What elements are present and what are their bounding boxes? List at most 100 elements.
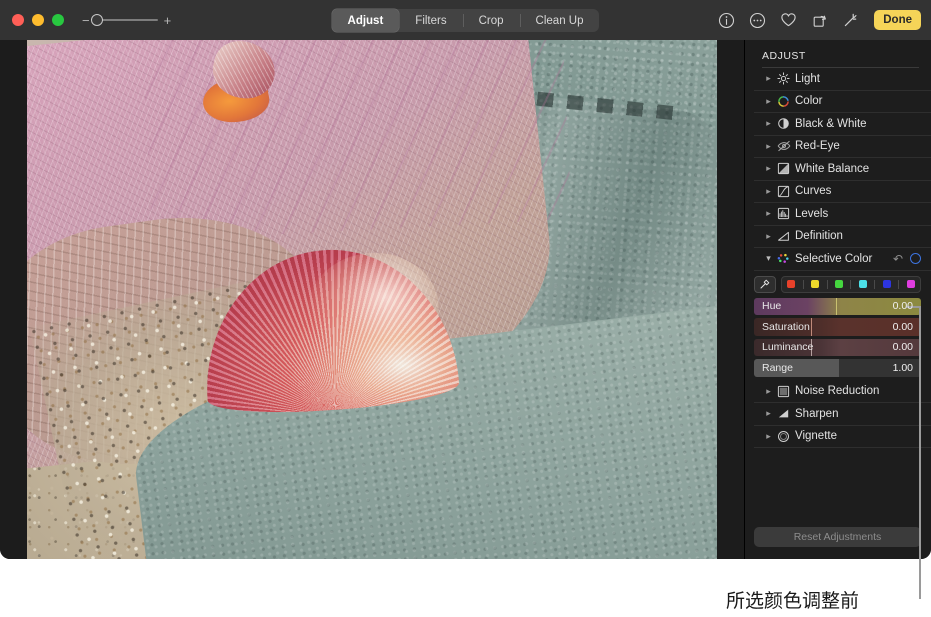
sidebar-item-white-balance[interactable]: ▸ White Balance xyxy=(754,158,931,181)
toolbar-actions: Done xyxy=(717,0,921,40)
zoom-out-icon[interactable]: − xyxy=(82,14,90,27)
more-options-icon[interactable] xyxy=(748,11,766,29)
slider-handle[interactable] xyxy=(835,297,838,315)
sidebar-item-label: Definition xyxy=(795,230,843,243)
chevron-right-icon[interactable]: ▸ xyxy=(762,231,775,242)
sidebar-item-light[interactable]: ▸ Light xyxy=(754,68,931,91)
tab-clean-up[interactable]: Clean Up xyxy=(519,9,600,32)
slider-luminance[interactable]: Luminance 0.00 xyxy=(754,338,921,356)
sidebar-item-definition[interactable]: ▸ Definition xyxy=(754,226,931,248)
selective-color-actions: ↶ xyxy=(893,253,921,265)
tab-filters[interactable]: Filters xyxy=(399,9,462,32)
sidebar-item-noise-reduction[interactable]: ▸ Noise Reduction xyxy=(754,381,931,403)
definition-icon xyxy=(775,230,792,243)
undo-arrow-icon[interactable]: ↶ xyxy=(893,253,903,265)
sidebar-item-vignette[interactable]: ▸ Vignette xyxy=(754,426,931,448)
slider-label: Hue xyxy=(762,300,782,313)
rotate-icon[interactable] xyxy=(810,11,828,29)
sidebar-item-label: Levels xyxy=(795,207,829,220)
curves-icon xyxy=(775,185,792,198)
photo-canvas[interactable] xyxy=(0,40,744,559)
zoom-slider-track[interactable] xyxy=(90,14,158,26)
sidebar-item-curves[interactable]: ▸ Curves xyxy=(754,181,931,203)
chevron-down-icon[interactable]: ▾ xyxy=(762,253,775,264)
tab-adjust[interactable]: Adjust xyxy=(331,9,400,32)
chevron-right-icon[interactable]: ▸ xyxy=(762,141,775,152)
sidebar-item-label: Light xyxy=(795,72,820,85)
chevron-right-icon[interactable]: ▸ xyxy=(762,186,775,197)
swatch-blue[interactable] xyxy=(882,280,891,288)
slider-range[interactable]: Range 1.00 xyxy=(754,359,921,377)
sidebar-item-label: Black & White xyxy=(795,117,867,130)
slider-label: Luminance xyxy=(762,341,814,354)
sidebar-item-label: Selective Color xyxy=(795,252,873,265)
slider-value[interactable]: 0.00 xyxy=(893,341,913,353)
sidebar-item-label: Vignette xyxy=(795,430,837,443)
edit-mode-tabs: Adjust Filters Crop Clean Up xyxy=(331,9,600,32)
chevron-right-icon[interactable]: ▸ xyxy=(762,431,775,442)
callout-leader-line xyxy=(919,306,921,599)
minimize-window-button[interactable] xyxy=(32,14,44,26)
done-button[interactable]: Done xyxy=(874,10,921,30)
eyedropper-icon[interactable] xyxy=(754,275,776,293)
enable-toggle-circle[interactable] xyxy=(910,253,921,265)
zoom-slider-knob[interactable] xyxy=(90,14,103,26)
swatch-divider xyxy=(826,279,828,289)
swatch-magenta[interactable] xyxy=(906,280,915,288)
chevron-right-icon[interactable]: ▸ xyxy=(762,386,775,397)
maximize-window-button[interactable] xyxy=(52,14,64,26)
sidebar-item-color[interactable]: ▸ Color xyxy=(754,91,931,113)
chevron-right-icon[interactable]: ▸ xyxy=(762,208,775,219)
white-balance-icon xyxy=(775,162,792,175)
sidebar-item-label: Red-Eye xyxy=(795,140,840,153)
selective-color-controls: Hue 0.00 Saturation 0.00 Luminance 0.00 xyxy=(745,271,931,381)
photo-coral-streaks xyxy=(142,40,572,241)
photo-image xyxy=(27,40,717,559)
sidebar-item-red-eye[interactable]: ▸ Red-Eye xyxy=(754,136,931,158)
sidebar-item-label: Color xyxy=(795,95,823,108)
zoom-slider-control[interactable]: − + xyxy=(82,14,171,27)
swatch-cyan[interactable] xyxy=(858,280,867,288)
chevron-right-icon[interactable]: ▸ xyxy=(762,408,775,419)
vignette-icon xyxy=(775,430,792,443)
levels-icon xyxy=(775,207,792,220)
sharpen-icon xyxy=(775,407,792,420)
selective-color-sliders: Hue 0.00 Saturation 0.00 Luminance 0.00 xyxy=(754,297,921,377)
swatch-yellow[interactable] xyxy=(811,280,820,288)
chevron-right-icon[interactable]: ▸ xyxy=(762,118,775,129)
tab-crop[interactable]: Crop xyxy=(462,9,520,32)
color-wheel-icon xyxy=(775,95,792,108)
sidebar-item-sharpen[interactable]: ▸ Sharpen xyxy=(754,403,931,426)
swatch-divider xyxy=(874,279,876,289)
favorite-heart-icon[interactable] xyxy=(779,11,797,29)
slider-label: Range xyxy=(762,361,793,374)
slider-handle[interactable] xyxy=(810,318,813,336)
sidebar-item-levels[interactable]: ▸ Levels xyxy=(754,203,931,226)
sidebar-title: ADJUST xyxy=(762,50,806,62)
slider-value[interactable]: 0.00 xyxy=(893,321,913,333)
swatch-red[interactable] xyxy=(787,280,796,288)
swatch-green[interactable] xyxy=(835,280,844,288)
magic-wand-auto-enhance-icon[interactable] xyxy=(841,11,859,29)
sidebar-item-black-and-white[interactable]: ▸ Black & White xyxy=(754,113,931,136)
adjust-sidebar: ADJUST ▸ Light ▸ Color ▸ Black & White ▸… xyxy=(744,40,931,559)
close-window-button[interactable] xyxy=(12,14,24,26)
slider-saturation[interactable]: Saturation 0.00 xyxy=(754,318,921,336)
selective-color-icon xyxy=(775,252,792,265)
slider-hue[interactable]: Hue 0.00 xyxy=(754,297,921,315)
sidebar-item-label: White Balance xyxy=(795,162,870,175)
color-swatch-bar xyxy=(754,275,921,293)
chevron-right-icon[interactable]: ▸ xyxy=(762,73,775,84)
slider-value[interactable]: 1.00 xyxy=(893,362,913,374)
swatch-divider xyxy=(802,279,804,289)
zoom-in-icon[interactable]: + xyxy=(164,14,172,27)
red-eye-icon xyxy=(775,140,792,152)
sidebar-item-label: Curves xyxy=(795,185,832,198)
info-icon[interactable] xyxy=(717,11,735,29)
photo-scallop-shell xyxy=(197,241,461,419)
sidebar-item-selective-color[interactable]: ▾ Selective Color ↶ xyxy=(754,248,931,271)
slider-value[interactable]: 0.00 xyxy=(893,300,913,312)
chevron-right-icon[interactable]: ▸ xyxy=(762,163,775,174)
chevron-right-icon[interactable]: ▸ xyxy=(762,96,775,107)
reset-adjustments-button[interactable]: Reset Adjustments xyxy=(754,527,921,547)
